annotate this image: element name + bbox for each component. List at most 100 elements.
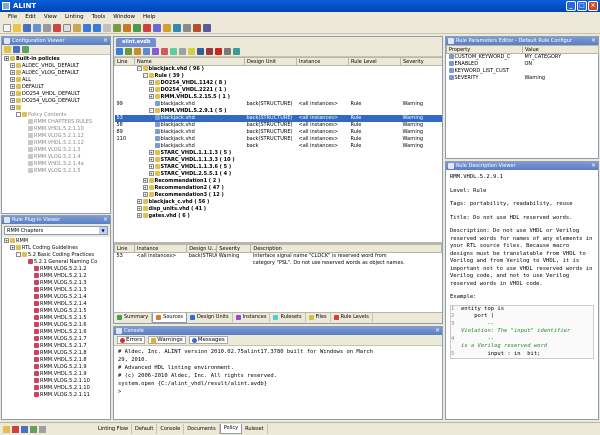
detail-col-design-unit[interactable]: Design U... — [186, 244, 218, 253]
expand-icon[interactable] — [16, 112, 21, 117]
cfg-tree-item[interactable]: + — [4, 105, 108, 112]
copy-icon[interactable] — [63, 23, 71, 32]
open-policy-icon[interactable] — [4, 46, 11, 53]
expand-icon[interactable]: + — [148, 86, 154, 92]
warnings-filter[interactable]: Warnings — [148, 336, 186, 344]
tab-instances[interactable]: Instances — [233, 313, 271, 322]
cfg-tree-item[interactable]: RMM.VLOG.5.2.1.4 — [4, 154, 108, 161]
save-icon[interactable] — [23, 23, 31, 32]
close-icon[interactable]: × — [435, 327, 440, 335]
result-row[interactable]: 89 blackjack.vhd back(STRUCTURE) <all insta… — [115, 128, 443, 136]
options-icon[interactable] — [224, 48, 231, 55]
col-severity[interactable]: Severity — [400, 57, 442, 66]
plug-tree-item[interactable]: RMM.VHDL.5.2.1.8 — [4, 357, 108, 364]
window-tab-ruleset[interactable]: Ruleset — [242, 424, 268, 434]
redo-icon[interactable] — [93, 23, 101, 32]
expand-icon[interactable]: + — [10, 77, 15, 82]
menu-view[interactable]: View — [40, 12, 61, 22]
errors-filter[interactable]: Errors — [117, 336, 146, 344]
plug-tree-item[interactable]: RMM.VHDL.5.2.1.4 — [4, 301, 108, 308]
result-row[interactable]: + Recommendation3 ( 12 ) — [115, 191, 443, 199]
menu-tools[interactable]: Tools — [88, 12, 110, 22]
link-icon[interactable] — [123, 23, 131, 32]
export-icon[interactable] — [170, 48, 177, 55]
undo-icon[interactable] — [83, 23, 91, 32]
window-icon[interactable] — [203, 23, 211, 32]
expand-icon[interactable]: + — [148, 149, 154, 155]
menu-window[interactable]: Window — [109, 12, 139, 22]
doc-tab-alint[interactable]: alint.avdb — [116, 38, 157, 47]
cfg-tree-item[interactable]: RMM.VLOG.5.2.1.5 — [4, 168, 108, 175]
expand-icon[interactable] — [197, 48, 204, 55]
save-icon[interactable] — [21, 425, 28, 433]
cfg-tree-item[interactable]: + ALDEC_VLOG_DEFAULT — [4, 70, 108, 77]
result-row[interactable]: 53 blackjack.vhd back(STRUCTURE) <all insta… — [114, 114, 442, 122]
param-value[interactable] — [523, 68, 599, 75]
detail-col-description[interactable]: Description — [250, 244, 442, 253]
result-row[interactable]: + STARC_VHDL.2.5.5.1 ( 4 ) — [115, 170, 443, 178]
stop-icon[interactable] — [143, 23, 151, 32]
plug-tree-item[interactable]: RMM.VHDL.5.2.1.10 — [4, 385, 108, 392]
clear-icon[interactable] — [161, 48, 168, 55]
plug-tree-item[interactable]: RMM.VHDL.5.2.1.6 — [4, 329, 108, 336]
param-value[interactable]: MY_CATEGORY — [523, 54, 599, 61]
plug-tree-item[interactable]: 5.2.1 General Naming Co — [4, 259, 108, 266]
print-icon[interactable] — [43, 23, 51, 32]
plug-tree-item[interactable]: RMM.VLOG.5.2.1.10 — [4, 378, 108, 385]
window-tab-default[interactable]: Default — [132, 424, 158, 434]
plug-tree-item[interactable]: RMM.VHDL.5.2.1.9 — [4, 371, 108, 378]
result-row[interactable]: - blackjack.vhd ( 96 ) — [115, 66, 443, 73]
sort-icon[interactable] — [152, 48, 159, 55]
settings-icon[interactable] — [183, 23, 191, 32]
expand-icon[interactable]: + — [10, 105, 15, 110]
plug-tree-item[interactable]: RMM.VLOG.5.2.1.5 — [4, 308, 108, 315]
plugin-select[interactable]: RMM Chapters ▼ — [4, 226, 108, 235]
compile-icon[interactable] — [113, 23, 121, 32]
cfg-tree-item[interactable]: + DO254_VHDL_DEFAULT — [4, 91, 108, 98]
expand-icon[interactable]: + — [142, 184, 148, 190]
cfg-tree-item[interactable]: + ALL — [4, 77, 108, 84]
expand-icon[interactable]: + — [136, 205, 142, 211]
expand-icon[interactable]: - — [142, 72, 148, 78]
plug-tree-item[interactable]: RMM.VLOG.5.2.1.4 — [4, 294, 108, 301]
print-icon[interactable] — [179, 48, 186, 55]
param-row[interactable]: SEVERITY Warning — [447, 74, 599, 82]
col-design-unit[interactable]: Design Unit — [244, 57, 297, 66]
expand-icon[interactable]: + — [10, 98, 15, 103]
plug-tree-item[interactable]: 5.2 Basic Coding Practices — [4, 252, 108, 259]
tab-files[interactable]: Files — [306, 313, 331, 322]
result-row[interactable]: + blackjack_c.vhd ( 56 ) — [115, 198, 443, 206]
run-icon[interactable] — [133, 23, 141, 32]
cut-icon[interactable] — [53, 23, 61, 32]
result-row[interactable]: 99 blackjack.vhd back(STRUCTURE) <all insta… — [115, 100, 443, 108]
param-row[interactable]: ENABLED ON — [447, 60, 599, 68]
new-policy-icon[interactable] — [22, 46, 29, 53]
tab-rule-levels[interactable]: Rule Levels — [331, 313, 373, 322]
expand-icon[interactable]: + — [142, 177, 148, 183]
menu-file[interactable]: File — [4, 12, 21, 22]
report-icon[interactable] — [153, 23, 161, 32]
view-icon[interactable] — [233, 48, 240, 55]
col-property[interactable]: Property — [446, 45, 523, 54]
find-icon[interactable] — [103, 23, 111, 32]
col-instance[interactable]: Instance — [296, 57, 349, 66]
plug-tree-item[interactable]: RMM.VHDL.5.2.1.2 — [4, 273, 108, 280]
chevron-down-icon[interactable]: ▼ — [99, 227, 107, 234]
tab-summary[interactable]: Summary — [114, 313, 153, 322]
cfg-tree-item[interactable]: Policy Contents — [4, 112, 108, 119]
detail-col-severity[interactable]: Severity — [216, 244, 252, 253]
window-tab-documents[interactable]: Documents — [184, 424, 220, 434]
close-icon[interactable]: × — [103, 216, 108, 224]
save-all-icon[interactable] — [33, 23, 41, 32]
result-row[interactable]: + Recommendation1 ( 2 ) — [115, 177, 443, 185]
cfg-tree-item[interactable]: RMM.VLOG.5.2.1.3 — [4, 147, 108, 154]
priority-icon[interactable] — [215, 48, 222, 55]
tab-rulesets[interactable]: Rulesets — [270, 313, 306, 322]
result-row[interactable]: + RMM.VHDL.5.2.15.5 ( 1 ) — [115, 93, 443, 101]
result-row[interactable]: + STARC_VHDL.1.1.3.6 ( 5 ) — [115, 163, 443, 171]
expand-icon[interactable]: + — [10, 70, 15, 75]
result-row[interactable]: + gates.vhd ( 6 ) — [115, 212, 443, 220]
detail-row[interactable]: 53 <all instances> back(STRUCT Warning I… — [115, 253, 442, 268]
expand-icon[interactable]: + — [136, 198, 142, 204]
menu-help[interactable]: Help — [139, 12, 160, 22]
